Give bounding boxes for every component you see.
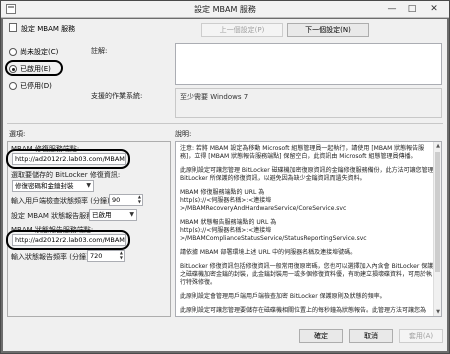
- recovery-frequency-value: 90: [112, 196, 121, 204]
- help-paragraph: 此原則設定可讓您管理要儲存在磁碟機相關位置上的每秒鐘為狀態報告。此管理方法可讓您…: [180, 307, 427, 314]
- cancel-button[interactable]: 取消: [349, 329, 393, 343]
- help-paragraph: 此原則設定可讓您管理 BitLocker 磁碟機加密復原資訊的金鑰修復服務備份，…: [180, 167, 434, 182]
- help-paragraph: MBAM 狀態報告服務端點的 URL 為: [180, 219, 277, 226]
- status-frequency-label: 輸入狀態報告頻率 (分鐘):: [11, 253, 92, 261]
- spinner-arrows-icon[interactable]: ▲ ▼: [138, 194, 141, 204]
- supported-os-value: 至少需要 Windows 7: [175, 88, 442, 118]
- status-endpoint-highlight: [6, 230, 130, 250]
- radio-disabled-indicator[interactable]: [9, 82, 17, 90]
- recovery-info-label: 選取要儲存的 BitLocker 修復資訊:: [11, 171, 121, 179]
- previous-setting-button[interactable]: 上一個設定(P): [201, 23, 283, 37]
- dialog-content: 設定 MBAM 服務 上一個設定(P) 下一個設定(N) 尚未設定(C) 已啟用…: [3, 19, 447, 351]
- scroll-down-icon[interactable]: ▼: [434, 308, 441, 316]
- radio-not-configured[interactable]: 尚未設定(C): [9, 47, 58, 57]
- recovery-frequency-spinner[interactable]: 90 ▲ ▼: [109, 194, 143, 206]
- radio-disabled[interactable]: 已停用(D): [9, 81, 52, 91]
- section-divider: [7, 123, 443, 124]
- help-paragraph: 注意: 若將 MBAM 設定為移動 Microsoft 組態管理員一起執行，請使…: [180, 145, 425, 160]
- chevron-down-icon: ▼: [86, 182, 91, 189]
- help-paragraph: 此原則設定會管理用戶端用戶端檢查加密 BitLocker 保護原則及狀態的頻率。: [180, 293, 386, 300]
- status-service-label: 設定 MBAM 狀態報告服務:: [11, 212, 96, 220]
- status-frequency-spinner[interactable]: 720 ▲ ▼: [87, 250, 125, 262]
- ok-button[interactable]: 確定: [299, 329, 343, 343]
- window-title: 設定 MBAM 服務: [194, 5, 256, 14]
- help-paragraph: 請依據 MBAM 部署環境上述 URL 中的伺服器名稱及連接埠號碼。: [180, 249, 357, 256]
- chevron-down-icon: ▼: [129, 211, 134, 218]
- apply-button[interactable]: 套用(A): [399, 329, 443, 343]
- setting-icon: [9, 23, 17, 32]
- status-frequency-value: 720: [90, 252, 103, 260]
- options-section-label: 選項:: [9, 130, 26, 138]
- help-paragraph: BitLocker 修復資訊包括修復資訊一般常用復原密碼，您也可以選擇加入內含會…: [180, 263, 434, 286]
- recovery-info-value: 修復密碼和金鑰封裝: [15, 182, 74, 190]
- spinner-arrows-icon[interactable]: ▲ ▼: [120, 250, 123, 260]
- comment-textarea[interactable]: [175, 43, 442, 85]
- comment-label: 註解:: [91, 47, 108, 55]
- status-service-value: 已啟用: [92, 211, 112, 219]
- help-paragraph: http(s)://<伺服器名稱>:<連接埠>/MBAMComplianceSt…: [180, 227, 367, 242]
- next-setting-button[interactable]: 下一個設定(N): [287, 23, 369, 37]
- help-paragraph: MBAM 修復服務端點的 URL 為: [180, 189, 265, 196]
- recovery-frequency-label: 輸入用戶端檢查狀態頻率 (分鐘):: [11, 197, 113, 205]
- radio-not-configured-label: 尚未設定(C): [20, 48, 59, 56]
- supported-os-label: 支援的作業系統:: [91, 92, 143, 100]
- recovery-info-select[interactable]: 修復密碼和金鑰封裝 ▼: [12, 180, 94, 192]
- help-scrollbar[interactable]: ▲ ▼: [433, 142, 441, 316]
- title-bar[interactable]: 設定 MBAM 服務 — □ ✕: [1, 1, 449, 18]
- scroll-up-icon[interactable]: ▲: [434, 142, 441, 150]
- dialog-window: 設定 MBAM 服務 — □ ✕ 設定 MBAM 服務 上一個設定(P) 下一個…: [0, 0, 450, 354]
- scrollbar-thumb[interactable]: [435, 152, 440, 272]
- radio-disabled-label: 已停用(D): [20, 82, 52, 90]
- help-section-label: 說明:: [175, 130, 192, 138]
- minimize-button[interactable]: —: [383, 3, 401, 16]
- recovery-endpoint-highlight: [6, 149, 130, 169]
- enabled-highlight-ring: [5, 60, 63, 76]
- help-paragraph: http(s)://<伺服器名稱>:<連接埠>/MBAMRecoveryAndH…: [180, 197, 347, 212]
- maximize-button[interactable]: □: [403, 3, 421, 16]
- status-service-select[interactable]: 已啟用 ▼: [89, 209, 137, 221]
- help-text-panel[interactable]: 注意: 若將 MBAM 設定為移動 Microsoft 組態管理員一起執行，請使…: [175, 141, 442, 317]
- setting-name: 設定 MBAM 服務: [21, 25, 76, 33]
- radio-not-configured-indicator[interactable]: [9, 48, 17, 56]
- close-button[interactable]: ✕: [425, 3, 443, 16]
